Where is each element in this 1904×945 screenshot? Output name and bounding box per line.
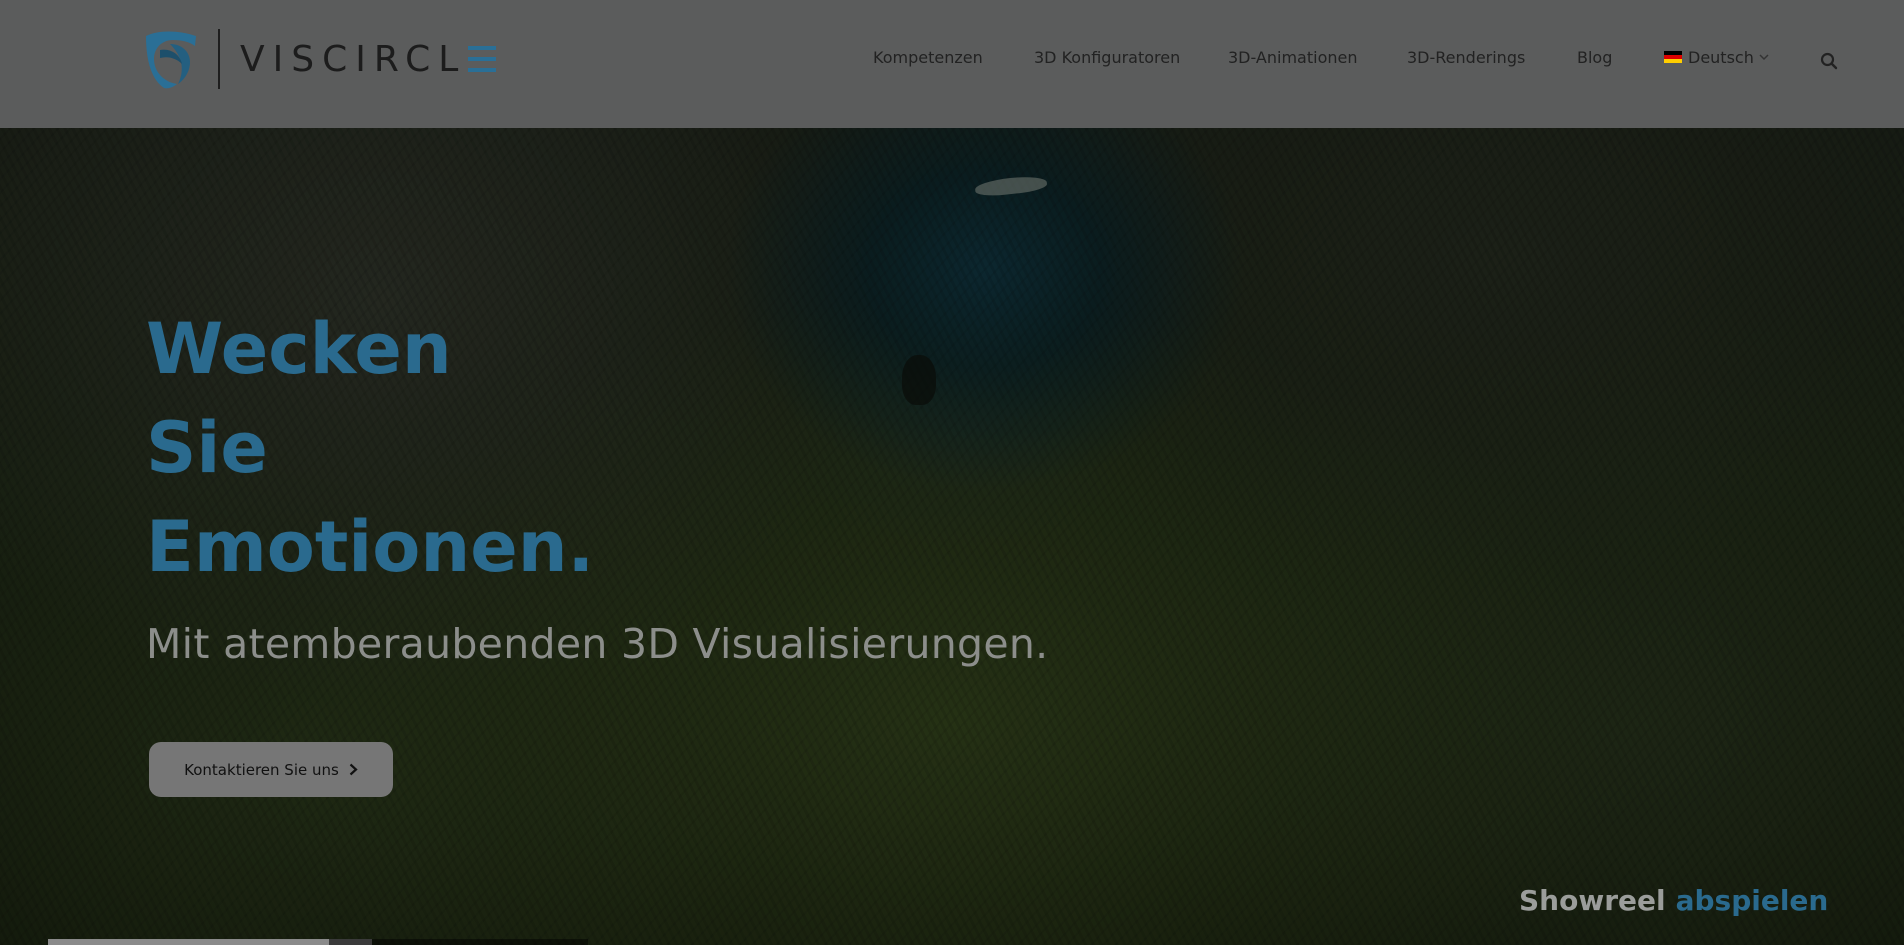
headline-line-1: Wecken: [146, 308, 452, 390]
german-flag-icon: [1664, 51, 1682, 63]
showreel-play-word: abspielen: [1675, 884, 1829, 917]
video-progress-bar[interactable]: [48, 939, 588, 945]
contact-us-button[interactable]: Kontaktieren Sie uns: [149, 742, 393, 797]
logo-accent-e: [468, 45, 497, 72]
video-progress-fill: [48, 939, 329, 945]
nav-item-3d-animationen[interactable]: 3D-Animationen: [1228, 48, 1357, 67]
logo-wordmark-text: VISCIRCL: [240, 38, 467, 80]
play-showreel-link[interactable]: Showreel abspielen: [1519, 884, 1828, 917]
headline-line-3: Emotionen.: [146, 506, 595, 588]
site-header: VISCIRCL Kompetenzen 3D Konfiguratoren 3…: [0, 0, 1904, 128]
language-label: Deutsch: [1688, 48, 1754, 67]
logo-divider: [218, 29, 220, 89]
shield-circle-logo-icon: [146, 31, 196, 89]
site-logo[interactable]: VISCIRCL: [140, 28, 497, 90]
showreel-word: Showreel: [1519, 884, 1666, 917]
chevron-right-icon: [349, 763, 358, 776]
nav-item-3d-konfiguratoren[interactable]: 3D Konfiguratoren: [1034, 48, 1180, 67]
nav-item-kompetenzen[interactable]: Kompetenzen: [873, 48, 983, 67]
hero-headline: Wecken Sie Emotionen.: [146, 300, 594, 597]
headline-line-2: Sie: [146, 407, 268, 489]
nav-item-3d-renderings[interactable]: 3D-Renderings: [1407, 48, 1525, 67]
nav-item-blog[interactable]: Blog: [1577, 48, 1612, 67]
hero-subline: Mit atemberaubenden 3D Visualisierungen.: [146, 620, 1049, 668]
language-switcher[interactable]: Deutsch: [1664, 48, 1769, 67]
contact-us-label: Kontaktieren Sie uns: [184, 760, 339, 779]
video-buffer-bar: [328, 939, 372, 945]
search-icon[interactable]: [1820, 52, 1838, 70]
chevron-down-icon: [1759, 54, 1769, 61]
logo-wordmark: VISCIRCL: [240, 38, 497, 80]
